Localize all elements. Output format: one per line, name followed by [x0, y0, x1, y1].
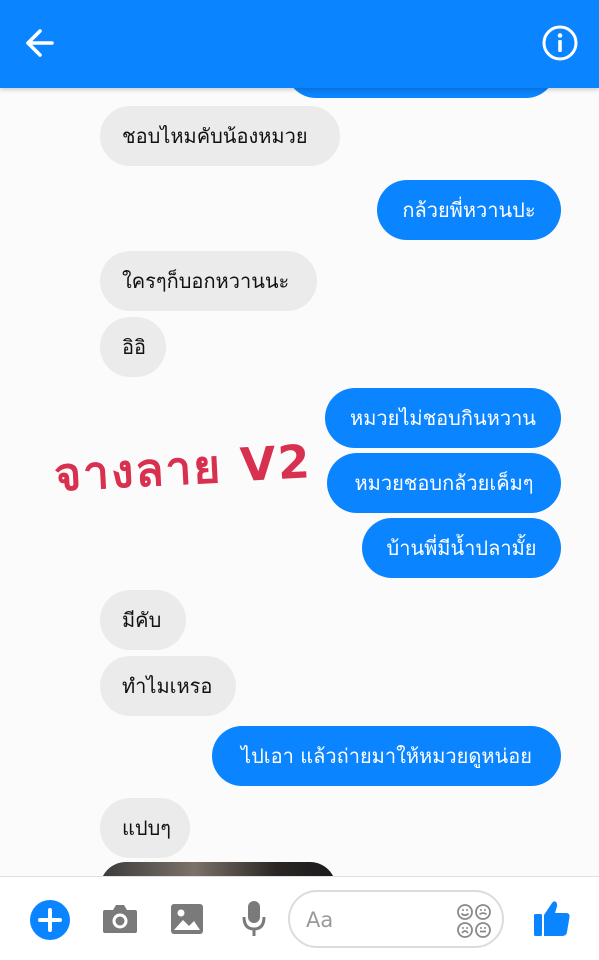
camera-button[interactable] — [101, 901, 139, 937]
more-actions-button[interactable] — [29, 899, 71, 941]
message-outgoing[interactable]: กล้วยพี่หวานปะ — [377, 180, 561, 240]
emoji-icon — [457, 904, 491, 938]
message-composer[interactable] — [288, 890, 504, 948]
message-incoming[interactable]: แปบๆ — [100, 798, 190, 858]
message-bubble-partial — [286, 88, 556, 98]
watermark-text: จางลาย V2 — [52, 434, 314, 502]
message-input[interactable] — [306, 904, 446, 936]
back-button[interactable] — [22, 22, 70, 64]
message-outgoing[interactable]: บ้านพี่มีน้ำปลามั้ย — [362, 518, 561, 578]
info-circle-icon — [542, 25, 578, 61]
composer-bar — [0, 876, 599, 960]
arrow-left-icon — [26, 29, 54, 57]
message-outgoing[interactable]: ไปเอา แล้วถ่ายมาให้หมวยดูหน่อย — [212, 726, 561, 786]
plus-icon — [30, 900, 70, 940]
gallery-button[interactable] — [169, 901, 205, 937]
camera-icon — [103, 905, 137, 933]
thumbs-up-icon — [534, 901, 570, 936]
like-button[interactable] — [532, 897, 572, 939]
info-button[interactable] — [539, 22, 581, 64]
message-outgoing[interactable]: หมวยไม่ชอบกินหวาน — [325, 388, 561, 448]
message-incoming[interactable]: อิอิ — [100, 317, 166, 377]
message-incoming[interactable]: มีคับ — [100, 590, 186, 650]
voice-record-button[interactable] — [241, 899, 267, 939]
message-incoming[interactable]: ชอบไหมคับน้องหมวย — [100, 106, 340, 166]
emoji-button[interactable] — [456, 903, 492, 939]
microphone-icon — [242, 901, 266, 936]
image-icon — [171, 904, 203, 934]
message-incoming[interactable]: ทำไมเหรอ — [100, 656, 236, 716]
message-outgoing[interactable]: หมวยชอบกล้วยเค็มๆ — [327, 453, 561, 513]
message-incoming[interactable]: ใครๆก็บอกหวานนะ — [100, 251, 317, 311]
conversation-header — [0, 0, 599, 88]
